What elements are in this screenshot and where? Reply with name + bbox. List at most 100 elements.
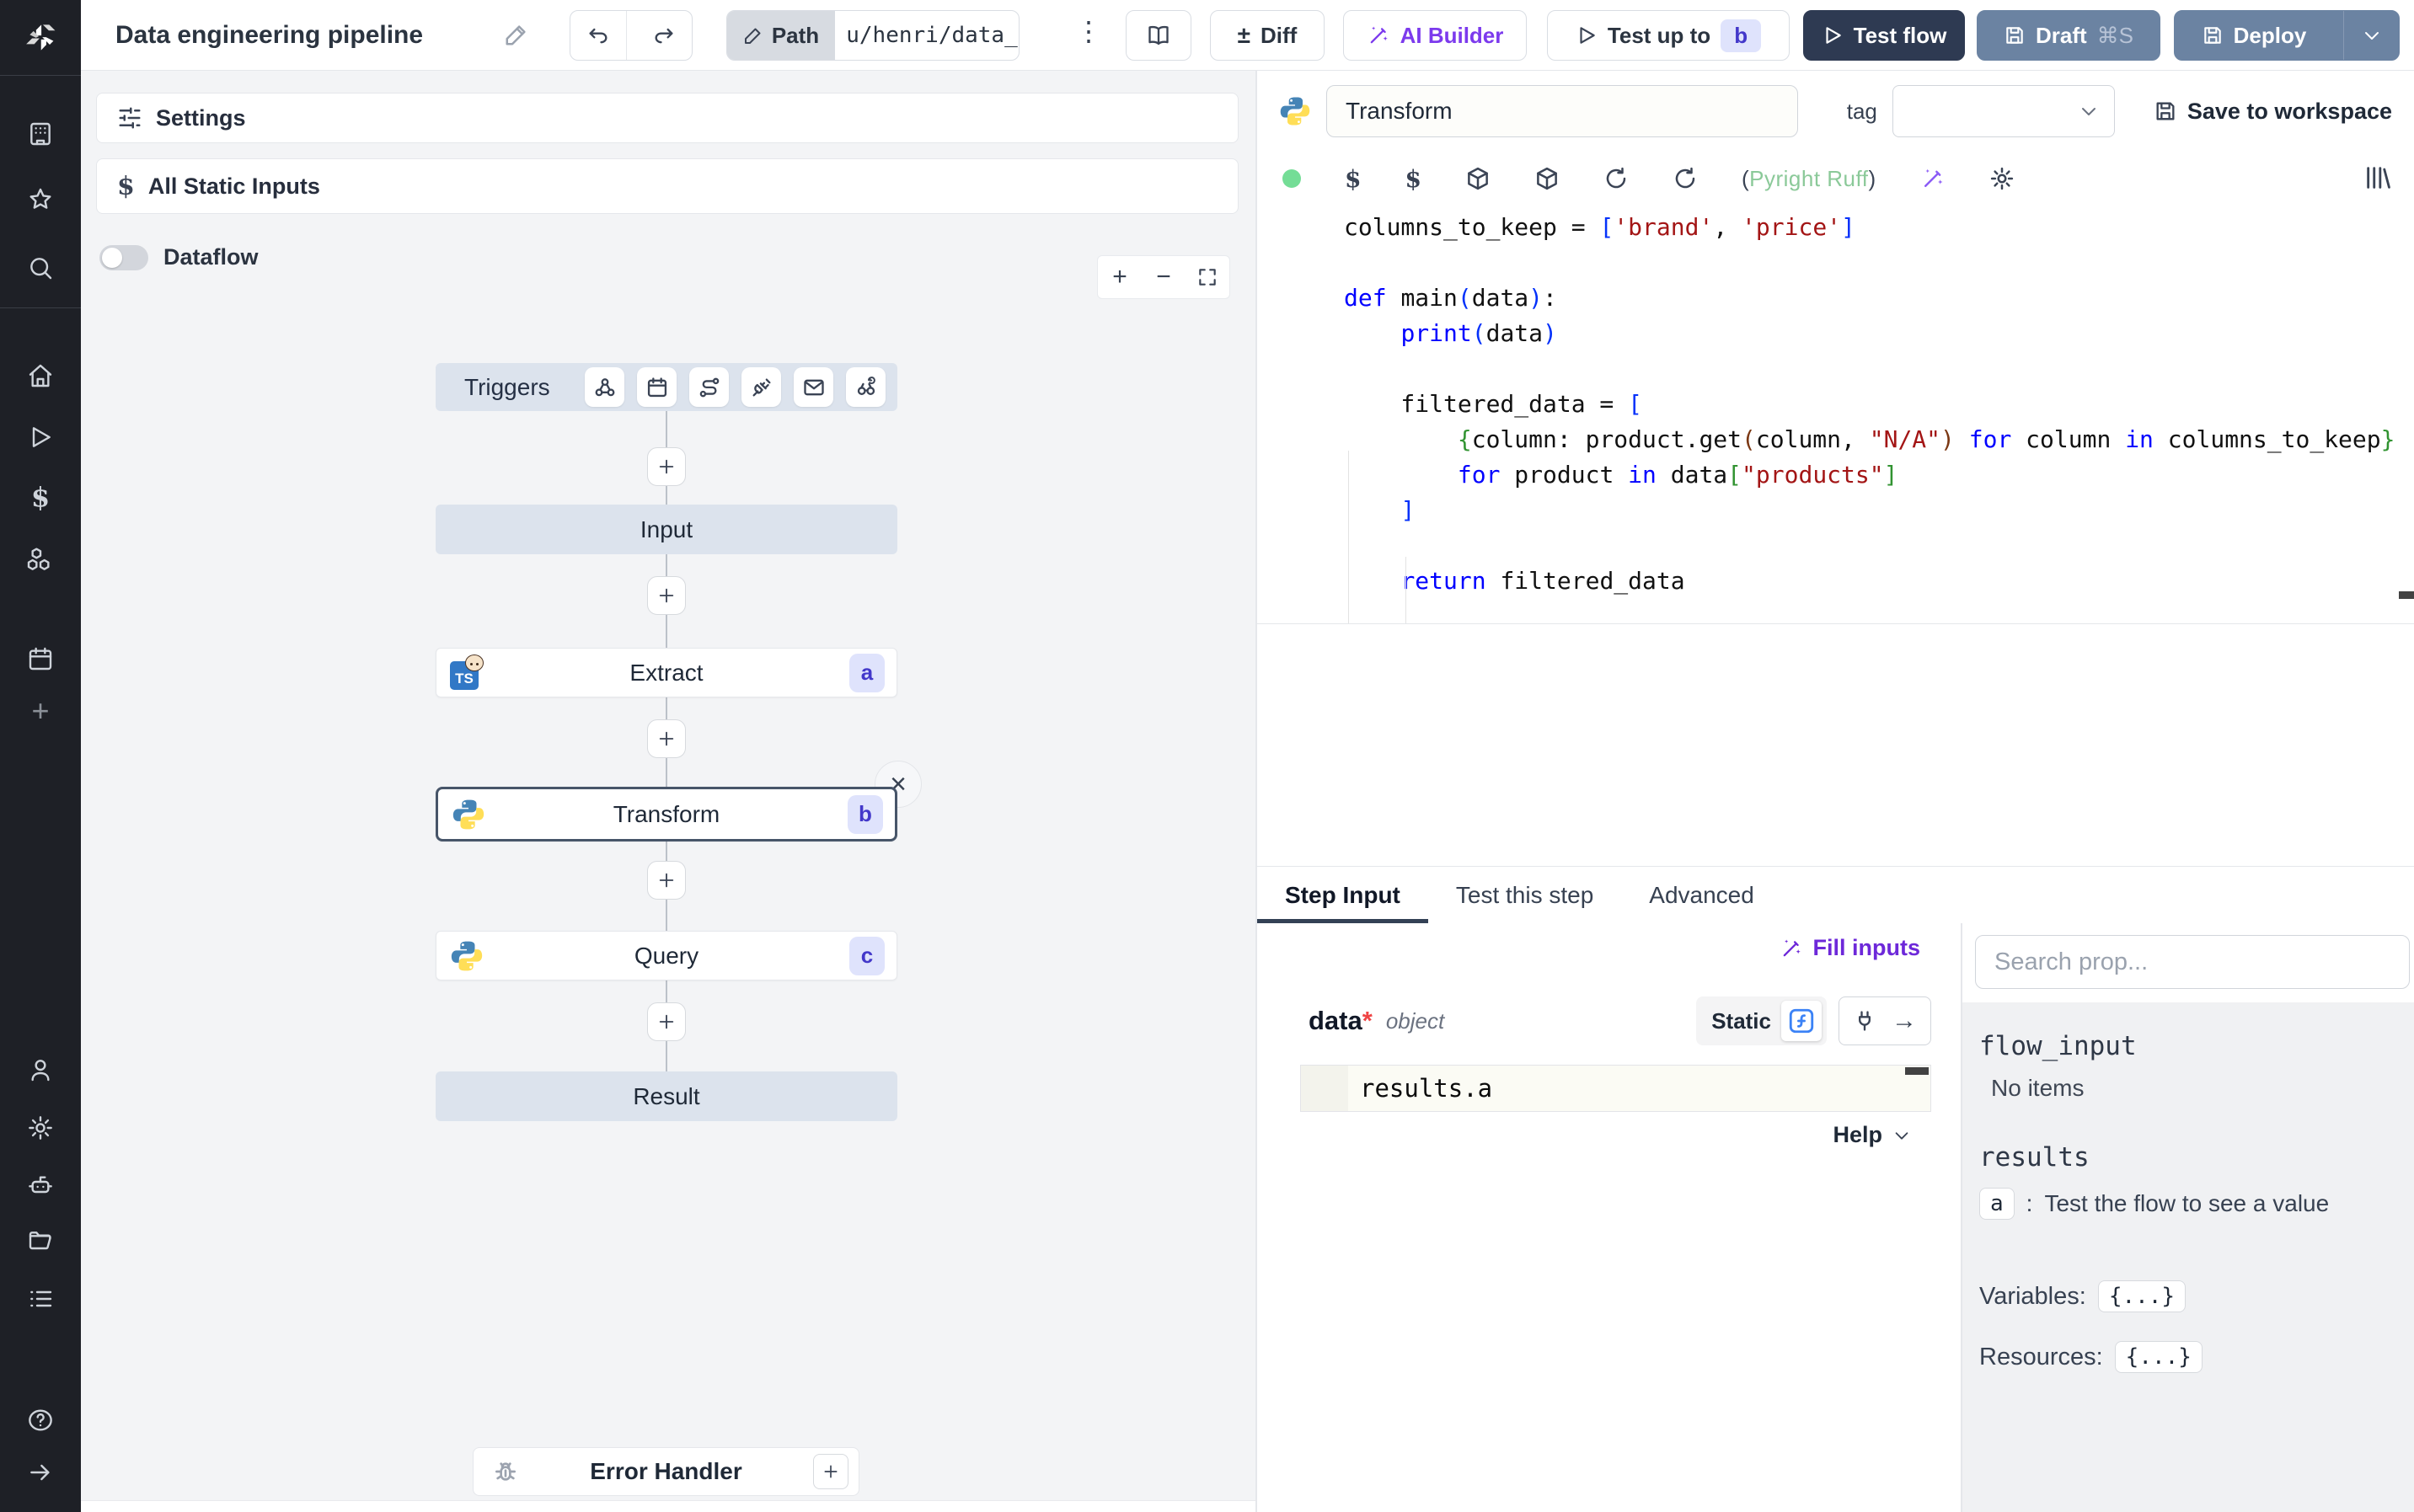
windmill-logo[interactable]: [0, 10, 81, 64]
diff-button[interactable]: ± Diff: [1210, 10, 1325, 61]
ai-builder-button[interactable]: AI Builder: [1343, 10, 1527, 61]
folders-icon[interactable]: [0, 1221, 81, 1262]
search-icon[interactable]: [0, 248, 81, 288]
props-body: flow_input No items results a : Test the…: [1962, 1002, 2414, 1512]
resources-value-chip[interactable]: {...}: [2114, 1341, 2203, 1373]
help-dropdown[interactable]: Help: [1833, 1122, 1911, 1148]
variables-row[interactable]: Variables: {...}: [1979, 1280, 2414, 1312]
triggers-node[interactable]: Triggers: [436, 363, 897, 411]
deploy-dropdown-button[interactable]: [2343, 11, 2399, 60]
settings-gear-icon[interactable]: [0, 1108, 81, 1148]
library-icon[interactable]: [2363, 163, 2392, 192]
flow-settings-card[interactable]: Settings: [96, 93, 1239, 143]
transform-node-selected[interactable]: Transform b: [436, 787, 897, 841]
step-name-input[interactable]: Transform: [1326, 85, 1798, 137]
input-node[interactable]: Input: [436, 505, 897, 554]
logs-list-icon[interactable]: [0, 1279, 81, 1319]
expression-mode-active[interactable]: [1781, 1001, 1822, 1041]
docs-book-button[interactable]: [1126, 10, 1191, 61]
all-static-inputs-card[interactable]: $ All Static Inputs: [96, 158, 1239, 214]
extract-node-label: Extract: [629, 659, 704, 686]
workers-robot-icon[interactable]: [0, 1165, 81, 1205]
more-options-kebab-icon[interactable]: ⋮: [1075, 15, 1104, 47]
dataflow-toggle[interactable]: [99, 244, 148, 270]
tag-select[interactable]: [1892, 85, 2115, 137]
schedule-trigger-icon[interactable]: [637, 367, 677, 407]
fit-view-button[interactable]: [1186, 255, 1229, 299]
reload-icon[interactable]: [1603, 166, 1629, 191]
static-inputs-icon[interactable]: $: [1345, 165, 1361, 193]
error-handler-node[interactable]: Error Handler: [473, 1447, 859, 1496]
add-icon[interactable]: +: [0, 691, 81, 731]
variables-picker-icon[interactable]: $: [1405, 165, 1421, 193]
tab-test-this-step[interactable]: Test this step: [1428, 867, 1621, 923]
query-node[interactable]: Query c: [436, 931, 897, 980]
result-key-chip[interactable]: a: [1979, 1188, 2015, 1220]
edit-title-pencil-icon[interactable]: [504, 22, 529, 51]
insert-step-button-2[interactable]: [647, 576, 686, 615]
poll-watch-trigger-icon[interactable]: [846, 367, 886, 407]
code-editor[interactable]: columns_to_keep = ['brand', 'price'] def…: [1257, 206, 2414, 624]
variables-value-chip[interactable]: {...}: [2097, 1280, 2187, 1312]
save-to-workspace-button[interactable]: Save to workspace: [2154, 99, 2392, 125]
bun-typescript-icon: TS: [450, 654, 484, 690]
zoom-out-button[interactable]: −: [1142, 255, 1186, 299]
insert-step-button-4[interactable]: [647, 861, 686, 900]
email-trigger-icon[interactable]: [794, 367, 833, 407]
undo-button[interactable]: [570, 11, 627, 60]
workspace-icon[interactable]: [0, 114, 81, 154]
test-flow-button[interactable]: Test flow: [1803, 10, 1965, 61]
user-icon[interactable]: [0, 1050, 81, 1090]
favorites-star-icon[interactable]: [0, 179, 81, 220]
package-icon[interactable]: [1465, 166, 1491, 191]
triggers-label: Triggers: [464, 373, 550, 400]
extract-node[interactable]: TS Extract a: [436, 648, 897, 697]
results-section-header[interactable]: results: [1979, 1142, 2414, 1173]
flow-input-section-header[interactable]: flow_input: [1979, 1031, 2414, 1061]
http-route-trigger-icon[interactable]: [689, 367, 729, 407]
undo-redo-group: [570, 10, 693, 61]
expression-editor-gutter: [1301, 1066, 1348, 1111]
expression-editor[interactable]: results.a: [1300, 1065, 1931, 1112]
resources-icon[interactable]: [0, 538, 81, 579]
tag-label: tag: [1846, 98, 1877, 124]
ai-wand-icon[interactable]: [1920, 166, 1946, 191]
insert-step-button-3[interactable]: [647, 719, 686, 758]
tab-advanced[interactable]: Advanced: [1621, 867, 1782, 923]
deploy-button[interactable]: Deploy: [2175, 11, 2333, 60]
input-mode-toggle[interactable]: Static: [1696, 996, 1827, 1045]
editor-scrollbar-thumb[interactable]: [2399, 591, 2414, 599]
home-icon[interactable]: [0, 355, 81, 396]
draft-button[interactable]: Draft ⌘S: [1977, 10, 2160, 61]
test-up-to-step-badge: b: [1721, 19, 1762, 52]
runs-icon[interactable]: [0, 417, 81, 457]
websocket-plug-trigger-icon[interactable]: [741, 367, 781, 407]
package-icon[interactable]: [1534, 166, 1560, 191]
connect-input-buttons[interactable]: →: [1839, 996, 1931, 1045]
prop-search-input[interactable]: [1975, 935, 2410, 989]
insert-step-button-1[interactable]: [647, 447, 686, 486]
expand-rail-arrow-icon[interactable]: [0, 1452, 81, 1493]
result-item-a[interactable]: a : Test the flow to see a value: [1979, 1188, 2414, 1220]
redo-button[interactable]: [637, 11, 693, 60]
field-name: data: [1309, 1006, 1362, 1035]
zoom-in-button[interactable]: +: [1098, 255, 1142, 299]
expression-scrollbar-thumb: [1905, 1067, 1929, 1075]
flow-title: Data engineering pipeline: [115, 21, 424, 49]
insert-step-button-5[interactable]: [647, 1002, 686, 1041]
editor-settings-gear-icon[interactable]: [1989, 166, 2015, 191]
result-node[interactable]: Result: [436, 1071, 897, 1121]
variables-icon[interactable]: $: [0, 477, 81, 517]
tab-step-input[interactable]: Step Input: [1257, 867, 1428, 923]
add-error-handler-button[interactable]: [813, 1454, 848, 1489]
reload-icon[interactable]: [1673, 166, 1698, 191]
path-button[interactable]: Path u/henri/data_: [726, 10, 1020, 61]
test-up-to-button[interactable]: Test up to b: [1547, 10, 1790, 61]
fill-inputs-button[interactable]: Fill inputs: [1780, 935, 1920, 961]
schedules-icon[interactable]: [0, 638, 81, 679]
webhook-trigger-icon[interactable]: [585, 367, 624, 407]
expression-value: results.a: [1360, 1074, 1493, 1103]
help-icon[interactable]: [0, 1400, 81, 1440]
python-icon: [452, 799, 484, 829]
resources-row[interactable]: Resources: {...}: [1979, 1341, 2414, 1373]
